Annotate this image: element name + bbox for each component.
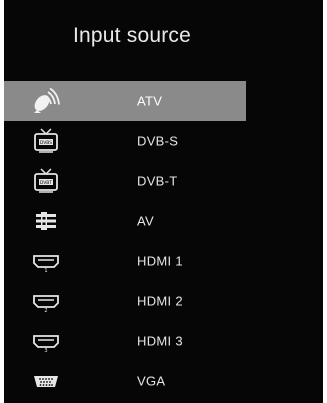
hdmi-port-icon: 2 <box>31 288 61 314</box>
source-item-vga[interactable]: VGA <box>4 361 323 401</box>
svg-text:1: 1 <box>44 268 47 274</box>
hdmi-port-icon: 3 <box>31 328 61 354</box>
input-source-panel: Input source ATV DVBS DVB-S DVBT DVB-T A… <box>4 0 323 403</box>
source-item-hdmi-1[interactable]: 1 HDMI 1 <box>4 241 323 281</box>
source-label: HDMI 1 <box>137 253 183 269</box>
svg-text:DVBT: DVBT <box>40 180 53 186</box>
hdmi-port-icon: 1 <box>31 248 61 274</box>
source-label: ATV <box>137 93 163 109</box>
source-item-hdmi-2[interactable]: 2 HDMI 2 <box>4 281 323 321</box>
menu-title: Input source <box>73 24 191 47</box>
tv-dvbt-icon: DVBT <box>31 168 61 194</box>
vga-port-icon <box>31 368 61 394</box>
source-label: HDMI 3 <box>137 333 183 349</box>
source-item-av[interactable]: AV <box>4 201 323 241</box>
source-label: AV <box>137 213 154 229</box>
satellite-dish-icon <box>31 88 61 114</box>
source-label: DVB-S <box>137 133 179 149</box>
tv-dvbs-icon: DVBS <box>31 128 61 154</box>
svg-text:DVBS: DVBS <box>40 140 52 146</box>
source-item-hdmi-3[interactable]: 3 HDMI 3 <box>4 321 323 361</box>
source-item-dvb-s[interactable]: DVBS DVB-S <box>4 121 323 161</box>
input-source-list: ATV DVBS DVB-S DVBT DVB-T AV 1 HDMI 1 2 … <box>4 81 323 401</box>
svg-text:3: 3 <box>44 348 47 354</box>
av-connector-icon <box>31 208 61 234</box>
source-label: VGA <box>137 373 166 389</box>
source-item-dvb-t[interactable]: DVBT DVB-T <box>4 161 323 201</box>
source-item-atv[interactable]: ATV <box>4 81 246 121</box>
svg-text:2: 2 <box>44 308 47 314</box>
source-label: HDMI 2 <box>137 293 183 309</box>
source-label: DVB-T <box>137 173 178 189</box>
